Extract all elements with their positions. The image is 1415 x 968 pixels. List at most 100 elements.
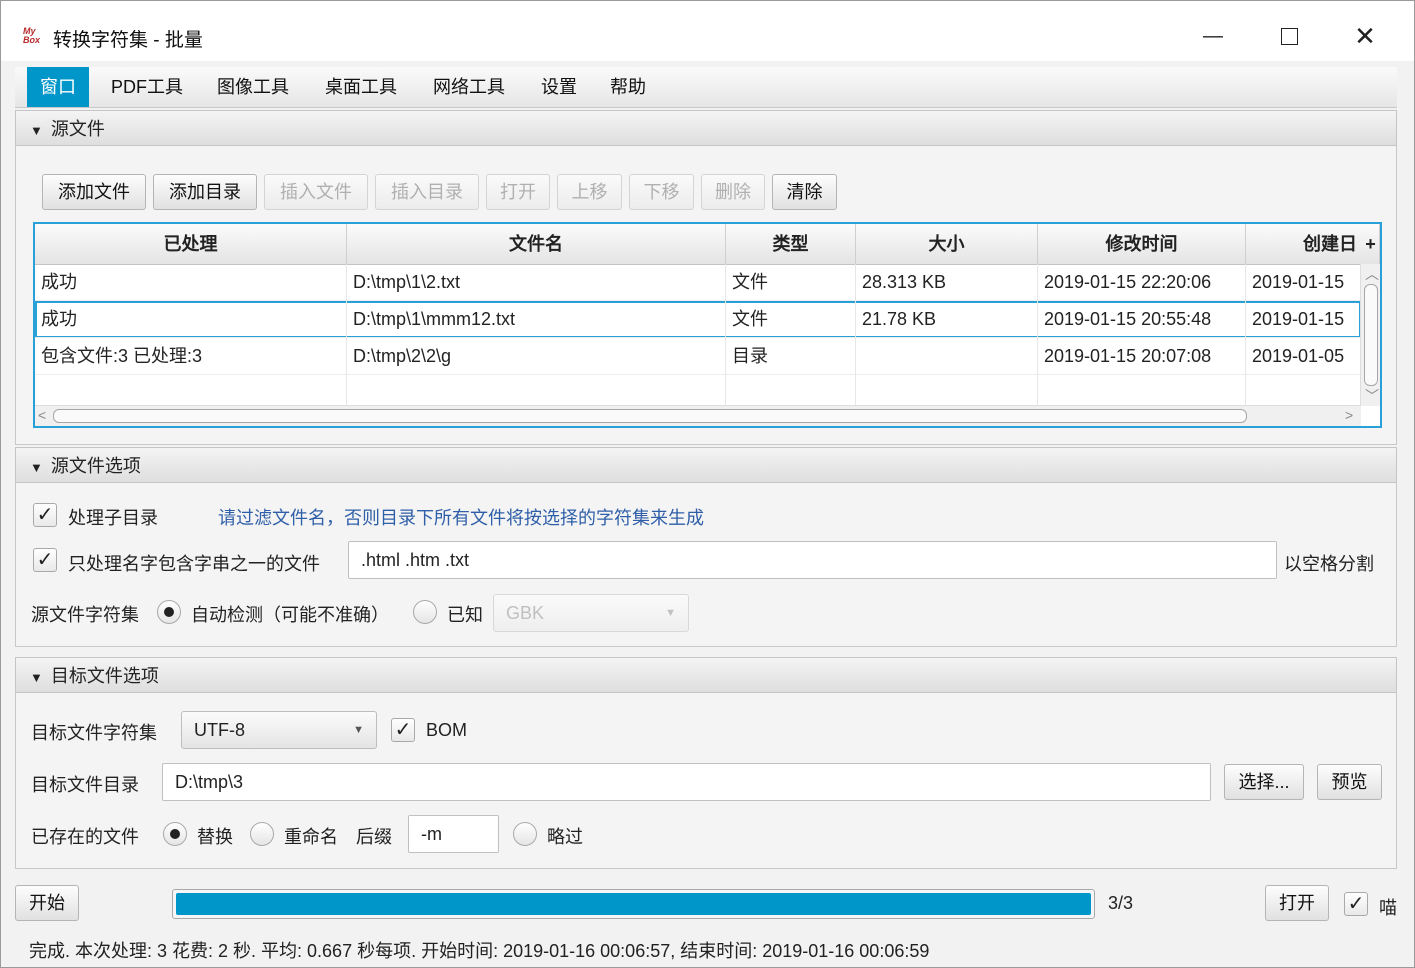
- column-menu-icon[interactable]: +: [1361, 224, 1380, 264]
- menu-settings[interactable]: 设置: [528, 67, 590, 107]
- insert-dir-button[interactable]: 插入目录: [375, 174, 479, 210]
- known-charset-radio[interactable]: [413, 600, 437, 624]
- menu-bar: 窗口 PDF工具 图像工具 桌面工具 网络工具 设置 帮助: [15, 67, 1397, 108]
- insert-file-button[interactable]: 插入文件: [264, 174, 368, 210]
- horizontal-scroll-thumb[interactable]: [53, 409, 1247, 423]
- auto-detect-label: 自动检测（可能不准确）: [191, 605, 389, 625]
- skip-radio[interactable]: [513, 822, 537, 846]
- scroll-up-icon[interactable]: ︿: [1365, 264, 1379, 284]
- menu-help[interactable]: 帮助: [597, 67, 659, 107]
- source-charset-label: 源文件字符集: [31, 605, 139, 625]
- table-row[interactable]: 成功 D:\tmp\1\2.txt 文件 28.313 KB 2019-01-1…: [35, 264, 1361, 301]
- auto-detect-radio[interactable]: [157, 600, 181, 624]
- menu-image-tools[interactable]: 图像工具: [204, 67, 302, 107]
- target-charset-select[interactable]: UTF-8 ▼: [181, 711, 377, 749]
- checkmark-icon: ✓: [394, 719, 412, 741]
- table-row-selected[interactable]: 成功 D:\tmp\1\mmm12.txt 文件 21.78 KB 2019-0…: [35, 301, 1361, 338]
- menu-pdf-tools[interactable]: PDF工具: [98, 67, 196, 107]
- file-table[interactable]: 已处理 文件名 类型 大小 修改时间 创建日 + 成功 D:\tmp\1\2.t…: [33, 222, 1382, 428]
- close-button[interactable]: ✕: [1342, 15, 1388, 57]
- filter-checkbox[interactable]: ✓: [33, 548, 57, 572]
- rename-label: 重命名: [284, 827, 338, 847]
- menu-window[interactable]: 窗口: [27, 67, 89, 107]
- filter-input[interactable]: .html .htm .txt: [348, 541, 1277, 579]
- cell-type: 文件: [726, 301, 856, 338]
- add-dir-button[interactable]: 添加目录: [153, 174, 257, 210]
- column-header-created[interactable]: 创建日: [1246, 224, 1380, 264]
- minimize-button[interactable]: —: [1190, 15, 1236, 57]
- known-charset-value: GBK: [506, 603, 545, 623]
- cell-empty: [726, 375, 856, 406]
- cell-empty: [1246, 375, 1361, 406]
- dropdown-arrow-icon: ▼: [665, 607, 676, 619]
- scroll-right-icon[interactable]: >: [1345, 407, 1353, 423]
- cell-processed: 成功: [35, 264, 347, 301]
- filter-note: 以空格分割: [1284, 554, 1374, 574]
- column-header-type[interactable]: 类型: [726, 224, 856, 264]
- delete-button[interactable]: 删除: [701, 174, 765, 210]
- cell-size: [856, 338, 1038, 375]
- column-header-modified[interactable]: 修改时间: [1038, 224, 1246, 264]
- suffix-input[interactable]: -m: [408, 815, 499, 853]
- minimize-icon: —: [1203, 25, 1223, 47]
- source-options-header[interactable]: ▼ 源文件选项: [15, 447, 1397, 483]
- clear-button[interactable]: 清除: [772, 174, 837, 210]
- target-charset-label: 目标文件字符集: [31, 723, 157, 743]
- bom-label: BOM: [426, 720, 468, 740]
- cell-empty: [35, 375, 347, 406]
- source-files-header[interactable]: ▼ 源文件: [15, 110, 1397, 146]
- known-charset-select[interactable]: GBK ▼: [493, 594, 689, 632]
- column-header-size[interactable]: 大小: [856, 224, 1038, 264]
- scroll-left-icon[interactable]: <: [38, 407, 46, 423]
- target-dir-input[interactable]: D:\tmp\3: [162, 763, 1211, 801]
- app-logo-icon: My Box: [23, 26, 41, 45]
- menu-network-tools[interactable]: 网络工具: [420, 67, 518, 107]
- cell-processed: 成功: [35, 301, 347, 338]
- horizontal-scrollbar[interactable]: < >: [35, 405, 1361, 426]
- cell-empty: [856, 375, 1038, 406]
- scroll-down-icon[interactable]: ﹀: [1365, 386, 1379, 406]
- source-files-title: 源文件: [50, 119, 105, 139]
- menu-desktop-tools[interactable]: 桌面工具: [312, 67, 410, 107]
- add-file-button[interactable]: 添加文件: [42, 174, 146, 210]
- cell-type: 文件: [726, 264, 856, 301]
- replace-radio[interactable]: [163, 822, 187, 846]
- table-header: 已处理 文件名 类型 大小 修改时间 创建日 +: [35, 224, 1380, 265]
- table-row[interactable]: 包含文件:3 已处理:3 D:\tmp\2\2\g 目录 2019-01-15 …: [35, 338, 1361, 375]
- dropdown-arrow-icon: ▼: [353, 724, 364, 736]
- cell-type: 目录: [726, 338, 856, 375]
- preview-button[interactable]: 预览: [1317, 764, 1382, 800]
- meow-label: 喵: [1379, 898, 1397, 918]
- move-down-button[interactable]: 下移: [629, 174, 694, 210]
- title-bar: My Box 转换字符集 - 批量 — ✕: [1, 1, 1414, 61]
- filter-label: 只处理名字包含字串之一的文件: [68, 554, 320, 574]
- move-up-button[interactable]: 上移: [557, 174, 622, 210]
- target-dir-label: 目标文件目录: [31, 775, 139, 795]
- cell-size: 28.313 KB: [856, 264, 1038, 301]
- app-window: My Box 转换字符集 - 批量 — ✕ 窗口 PDF工具 图像工具 桌面工具 …: [0, 0, 1415, 968]
- replace-label: 替换: [197, 827, 233, 847]
- progress-fill: [176, 893, 1091, 915]
- bom-checkbox[interactable]: ✓: [391, 718, 415, 742]
- subdir-checkbox[interactable]: ✓: [33, 503, 57, 527]
- meow-checkbox[interactable]: ✓: [1344, 892, 1368, 916]
- target-options-header[interactable]: ▼ 目标文件选项: [15, 657, 1397, 693]
- vertical-scroll-thumb[interactable]: [1364, 284, 1378, 386]
- open-output-button[interactable]: 打开: [1265, 885, 1329, 921]
- cell-filename: D:\tmp\2\2\g: [347, 338, 726, 375]
- target-options-title: 目标文件选项: [50, 666, 159, 686]
- cell-size: 21.78 KB: [856, 301, 1038, 338]
- column-header-filename[interactable]: 文件名: [347, 224, 726, 264]
- start-button[interactable]: 开始: [15, 885, 79, 921]
- status-bar-text: 完成. 本次处理: 3 花费: 2 秒. 平均: 0.667 秒每项. 开始时间…: [29, 941, 930, 961]
- column-header-processed[interactable]: 已处理: [35, 224, 347, 264]
- cell-modified: 2019-01-15 20:07:08: [1038, 338, 1246, 375]
- maximize-button[interactable]: [1266, 15, 1312, 57]
- open-file-button[interactable]: 打开: [486, 174, 550, 210]
- choose-dir-button[interactable]: 选择...: [1224, 764, 1304, 800]
- skip-label: 略过: [547, 827, 583, 847]
- vertical-scrollbar[interactable]: ︿ ﹀: [1360, 264, 1380, 406]
- cell-created: 2019-01-05: [1246, 338, 1361, 375]
- rename-radio[interactable]: [250, 822, 274, 846]
- progress-text: 3/3: [1108, 893, 1134, 913]
